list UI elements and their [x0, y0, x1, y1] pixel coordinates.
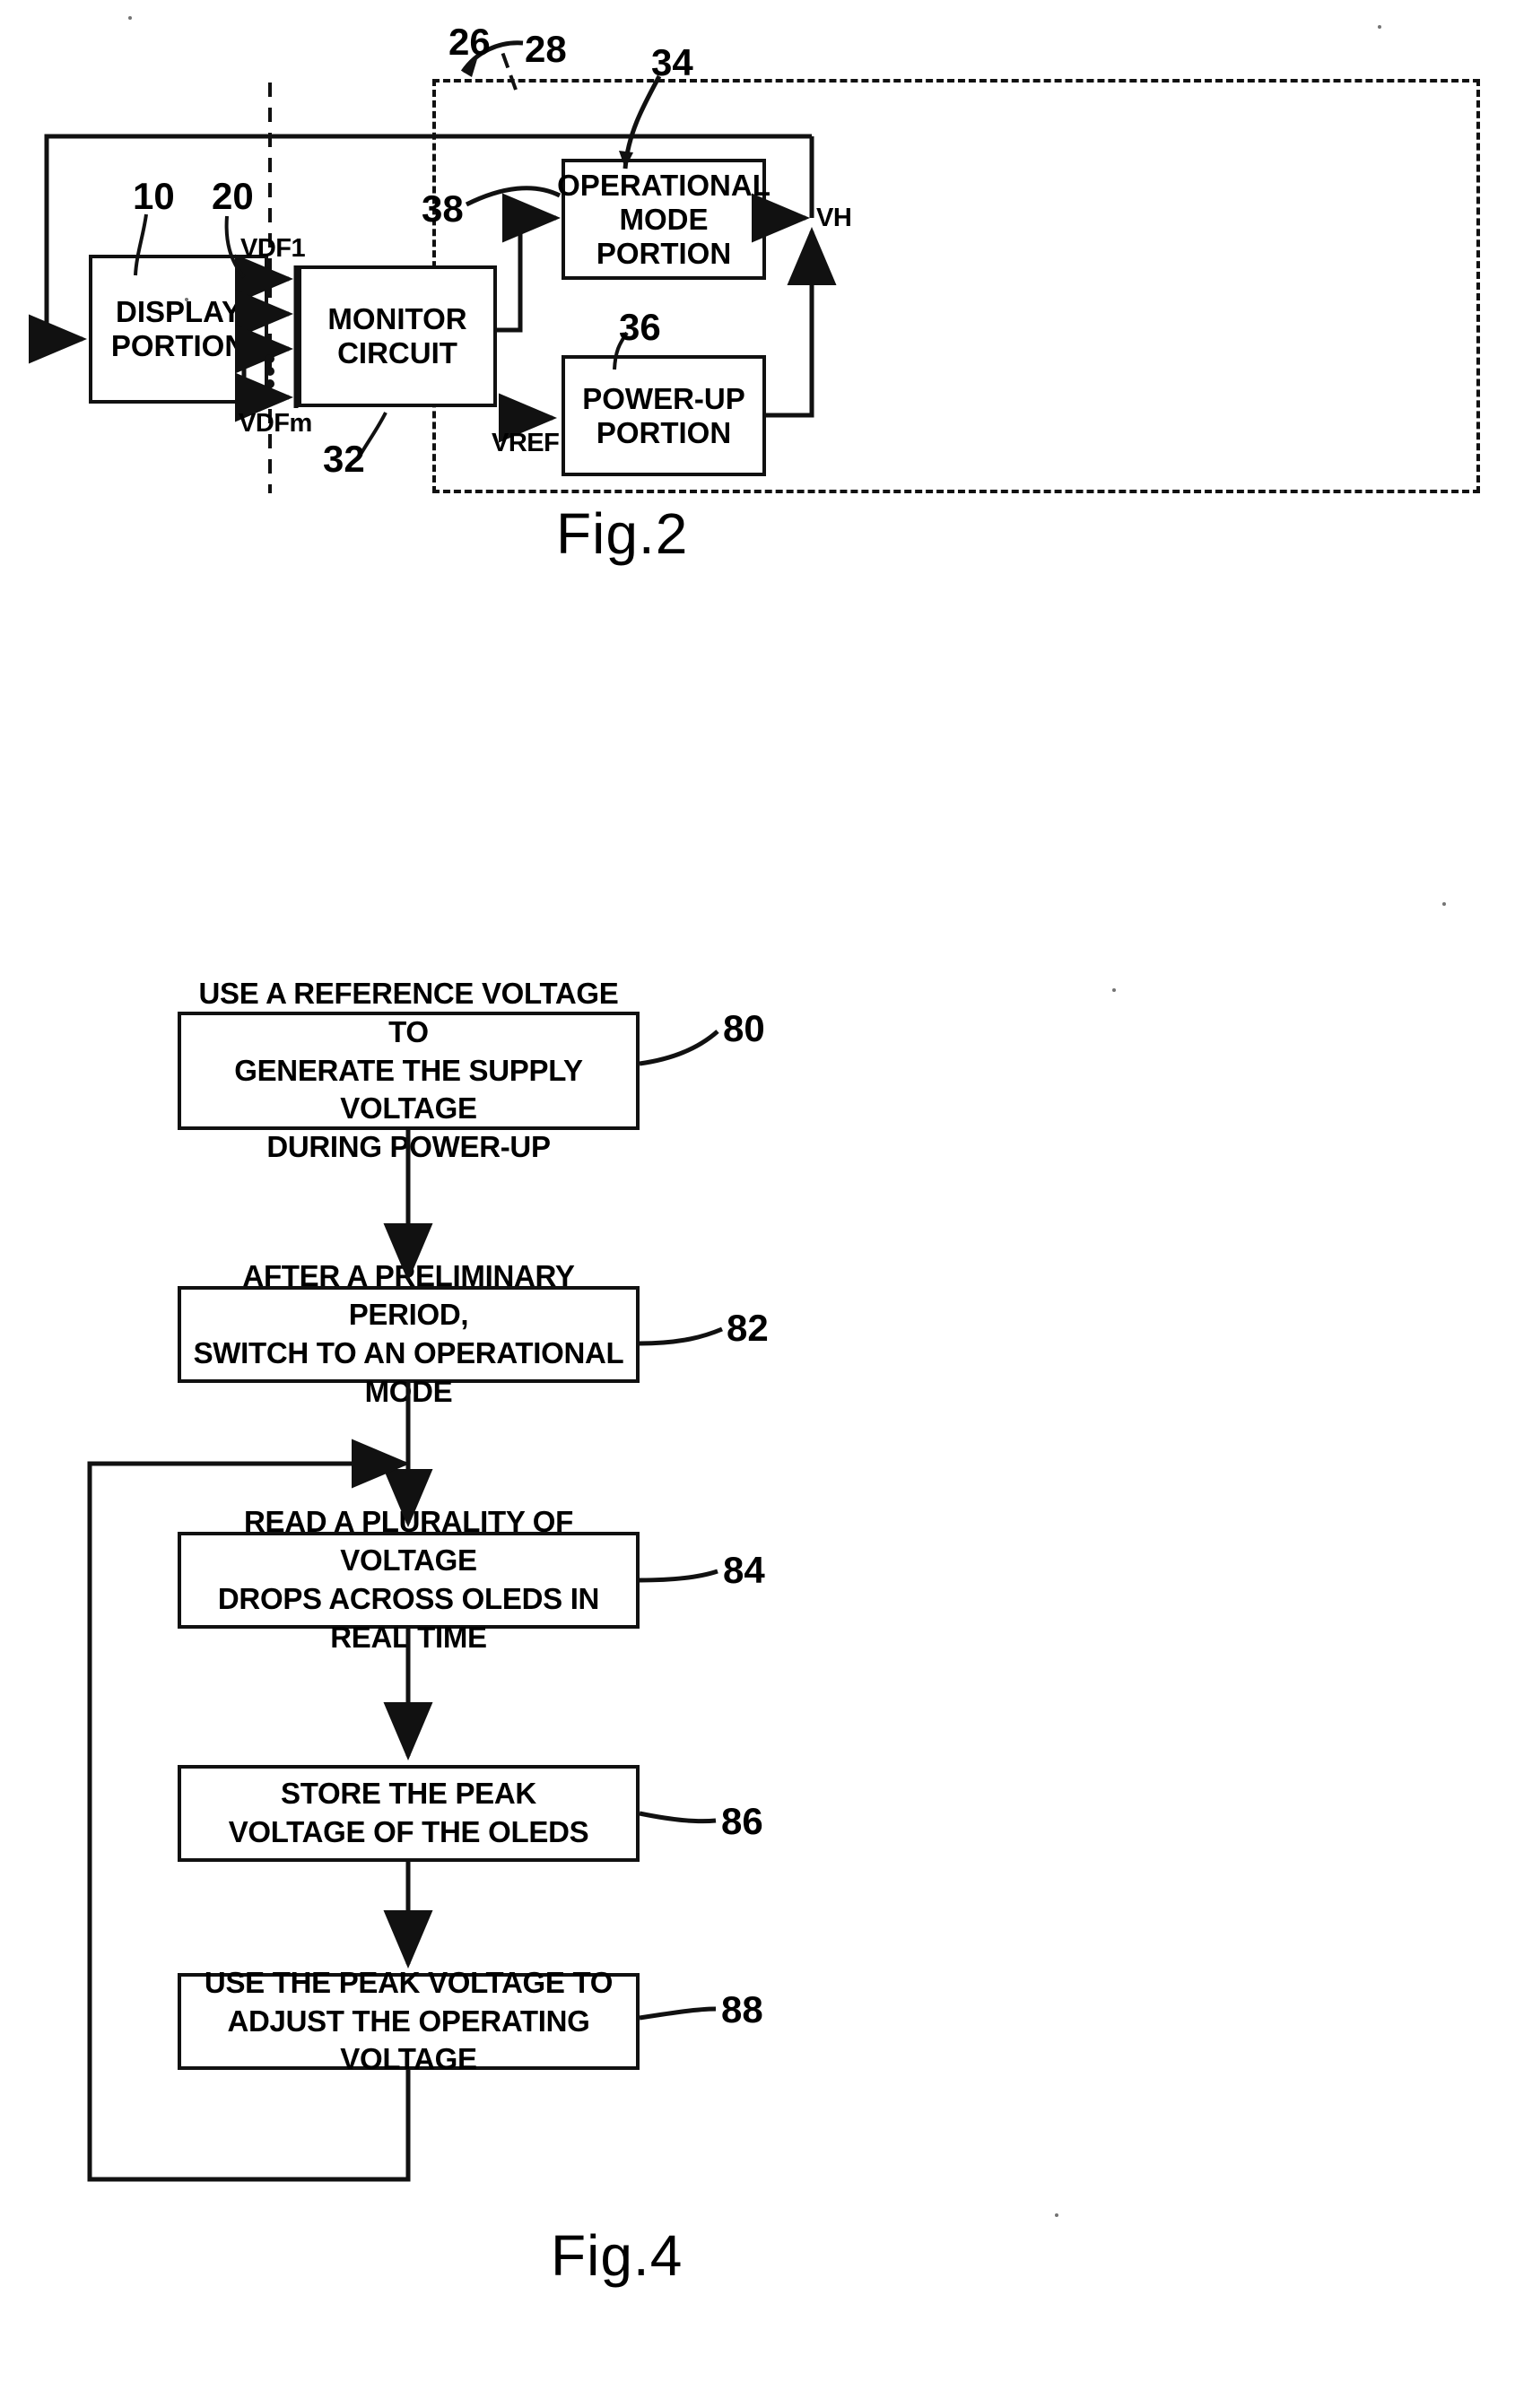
fig4-step-88[interactable]: USE THE PEAK VOLTAGE TO ADJUST THE OPERA… [178, 1966, 640, 2075]
fig4-ref-84: 84 [723, 1549, 765, 1591]
fig4-step-88-line1: USE THE PEAK VOLTAGE TO [204, 1965, 614, 1999]
fig2-ref-36: 36 [619, 306, 661, 348]
fig2-signal-vdf1: VDF1 [240, 234, 306, 263]
monitor-circuit-line2: CIRCUIT [337, 336, 457, 369]
fig4-step-86-text: STORE THE PEAK VOLTAGE OF THE OLEDS [220, 1775, 598, 1852]
fig2-block-display-portion-label: DISPLAY PORTION [111, 295, 246, 363]
fig4-step-82-text: AFTER A PRELIMINARY PERIOD, SWITCH TO AN… [181, 1257, 636, 1412]
scan-speckle [1055, 2213, 1058, 2217]
fig2-signal-vh: VH [816, 204, 852, 232]
operational-mode-line3: PORTION [596, 236, 732, 270]
fig2-block-power-up-portion-label: POWER-UP PORTION [582, 382, 745, 450]
scan-speckle [1112, 988, 1116, 992]
fig4-step-82-line1: AFTER A PRELIMINARY PERIOD, [242, 1259, 575, 1332]
fig4-step-80[interactable]: USE A REFERENCE VOLTAGE TO GENERATE THE … [178, 977, 640, 1163]
fig2-ref-28: 28 [525, 28, 567, 70]
display-portion-line1: DISPLAY [116, 295, 241, 328]
fig4-step-80-line1: USE A REFERENCE VOLTAGE TO [198, 976, 619, 1048]
fig4-step-84-line1: READ A PLURALITY OF VOLTAGE [243, 1505, 574, 1578]
operational-mode-line2: MODE [619, 202, 709, 236]
fig2-ref-32: 32 [323, 438, 365, 480]
fig4-step-80-line2: GENERATE THE SUPPLY VOLTAGE [234, 1053, 583, 1126]
fig4-step-84-line2: DROPS ACROSS OLEDS IN REAL TIME [217, 1582, 600, 1654]
fig4-ref-88: 88 [721, 1988, 763, 2030]
fig4-ref-82: 82 [727, 1307, 769, 1349]
fig2-caption: Fig.2 [556, 501, 689, 566]
fig2-signal-vdfm: VDFm [239, 409, 312, 438]
fig4-ref-86: 86 [721, 1800, 763, 1842]
operational-mode-line1: OPERATIONAL [557, 168, 771, 202]
fig2-ref-26: 26 [448, 21, 491, 63]
scan-speckle [1378, 25, 1381, 29]
scan-speckle [128, 16, 132, 20]
fig4-step-88-text: USE THE PEAK VOLTAGE TO ADJUST THE OPERA… [181, 1964, 636, 2080]
fig2-ref-10: 10 [133, 175, 175, 217]
monitor-circuit-line1: MONITOR [327, 302, 467, 335]
fig2-block-display-portion[interactable]: DISPLAY PORTION [89, 255, 268, 404]
fig2-block-power-up-portion[interactable]: POWER-UP PORTION [562, 355, 766, 476]
fig2-block-monitor-circuit[interactable]: MONITOR CIRCUIT [298, 265, 497, 407]
fig2-ref-38: 38 [422, 187, 464, 230]
fig4-step-80-line3: DURING POWER-UP [266, 1130, 551, 1164]
fig2-block-operational-mode-portion-label: OPERATIONAL MODE PORTION [557, 169, 771, 271]
power-up-line2: PORTION [596, 415, 732, 449]
fig4-step-82[interactable]: AFTER A PRELIMINARY PERIOD, SWITCH TO AN… [178, 1259, 640, 1408]
fig4-step-82-line2: SWITCH TO AN OPERATIONAL MODE [193, 1336, 624, 1408]
fig4-step-84-text: READ A PLURALITY OF VOLTAGE DROPS ACROSS… [181, 1503, 636, 1657]
fig2-ref-34: 34 [651, 41, 693, 83]
fig4-step-86[interactable]: STORE THE PEAK VOLTAGE OF THE OLEDS [178, 1765, 640, 1862]
fig4-caption: Fig.4 [551, 2223, 683, 2288]
scan-speckle [1442, 902, 1446, 906]
patent-drawing-sheet: DISPLAY PORTION MONITOR CIRCUIT OPERATIO… [0, 0, 1515, 2408]
fig4-step-84[interactable]: READ A PLURALITY OF VOLTAGE DROPS ACROSS… [178, 1505, 640, 1654]
fig2-block-operational-mode-portion[interactable]: OPERATIONAL MODE PORTION [557, 159, 771, 280]
fig4-step-86-line1: STORE THE PEAK [281, 1777, 536, 1811]
fig2-signal-vref: VREF [492, 429, 560, 457]
display-portion-line2: PORTION [110, 329, 247, 362]
fig4-ref-80: 80 [723, 1007, 765, 1049]
fig2-ref-20: 20 [212, 175, 254, 217]
fig4-step-80-text: USE A REFERENCE VOLTAGE TO GENERATE THE … [181, 975, 636, 1167]
fig2-block-monitor-circuit-label: MONITOR CIRCUIT [327, 302, 466, 370]
fig4-step-88-line2: ADJUST THE OPERATING VOLTAGE [227, 2004, 590, 2076]
power-up-line1: POWER-UP [582, 381, 745, 415]
fig4-step-86-line2: VOLTAGE OF THE OLEDS [228, 1815, 589, 1848]
scan-speckle [185, 298, 188, 301]
